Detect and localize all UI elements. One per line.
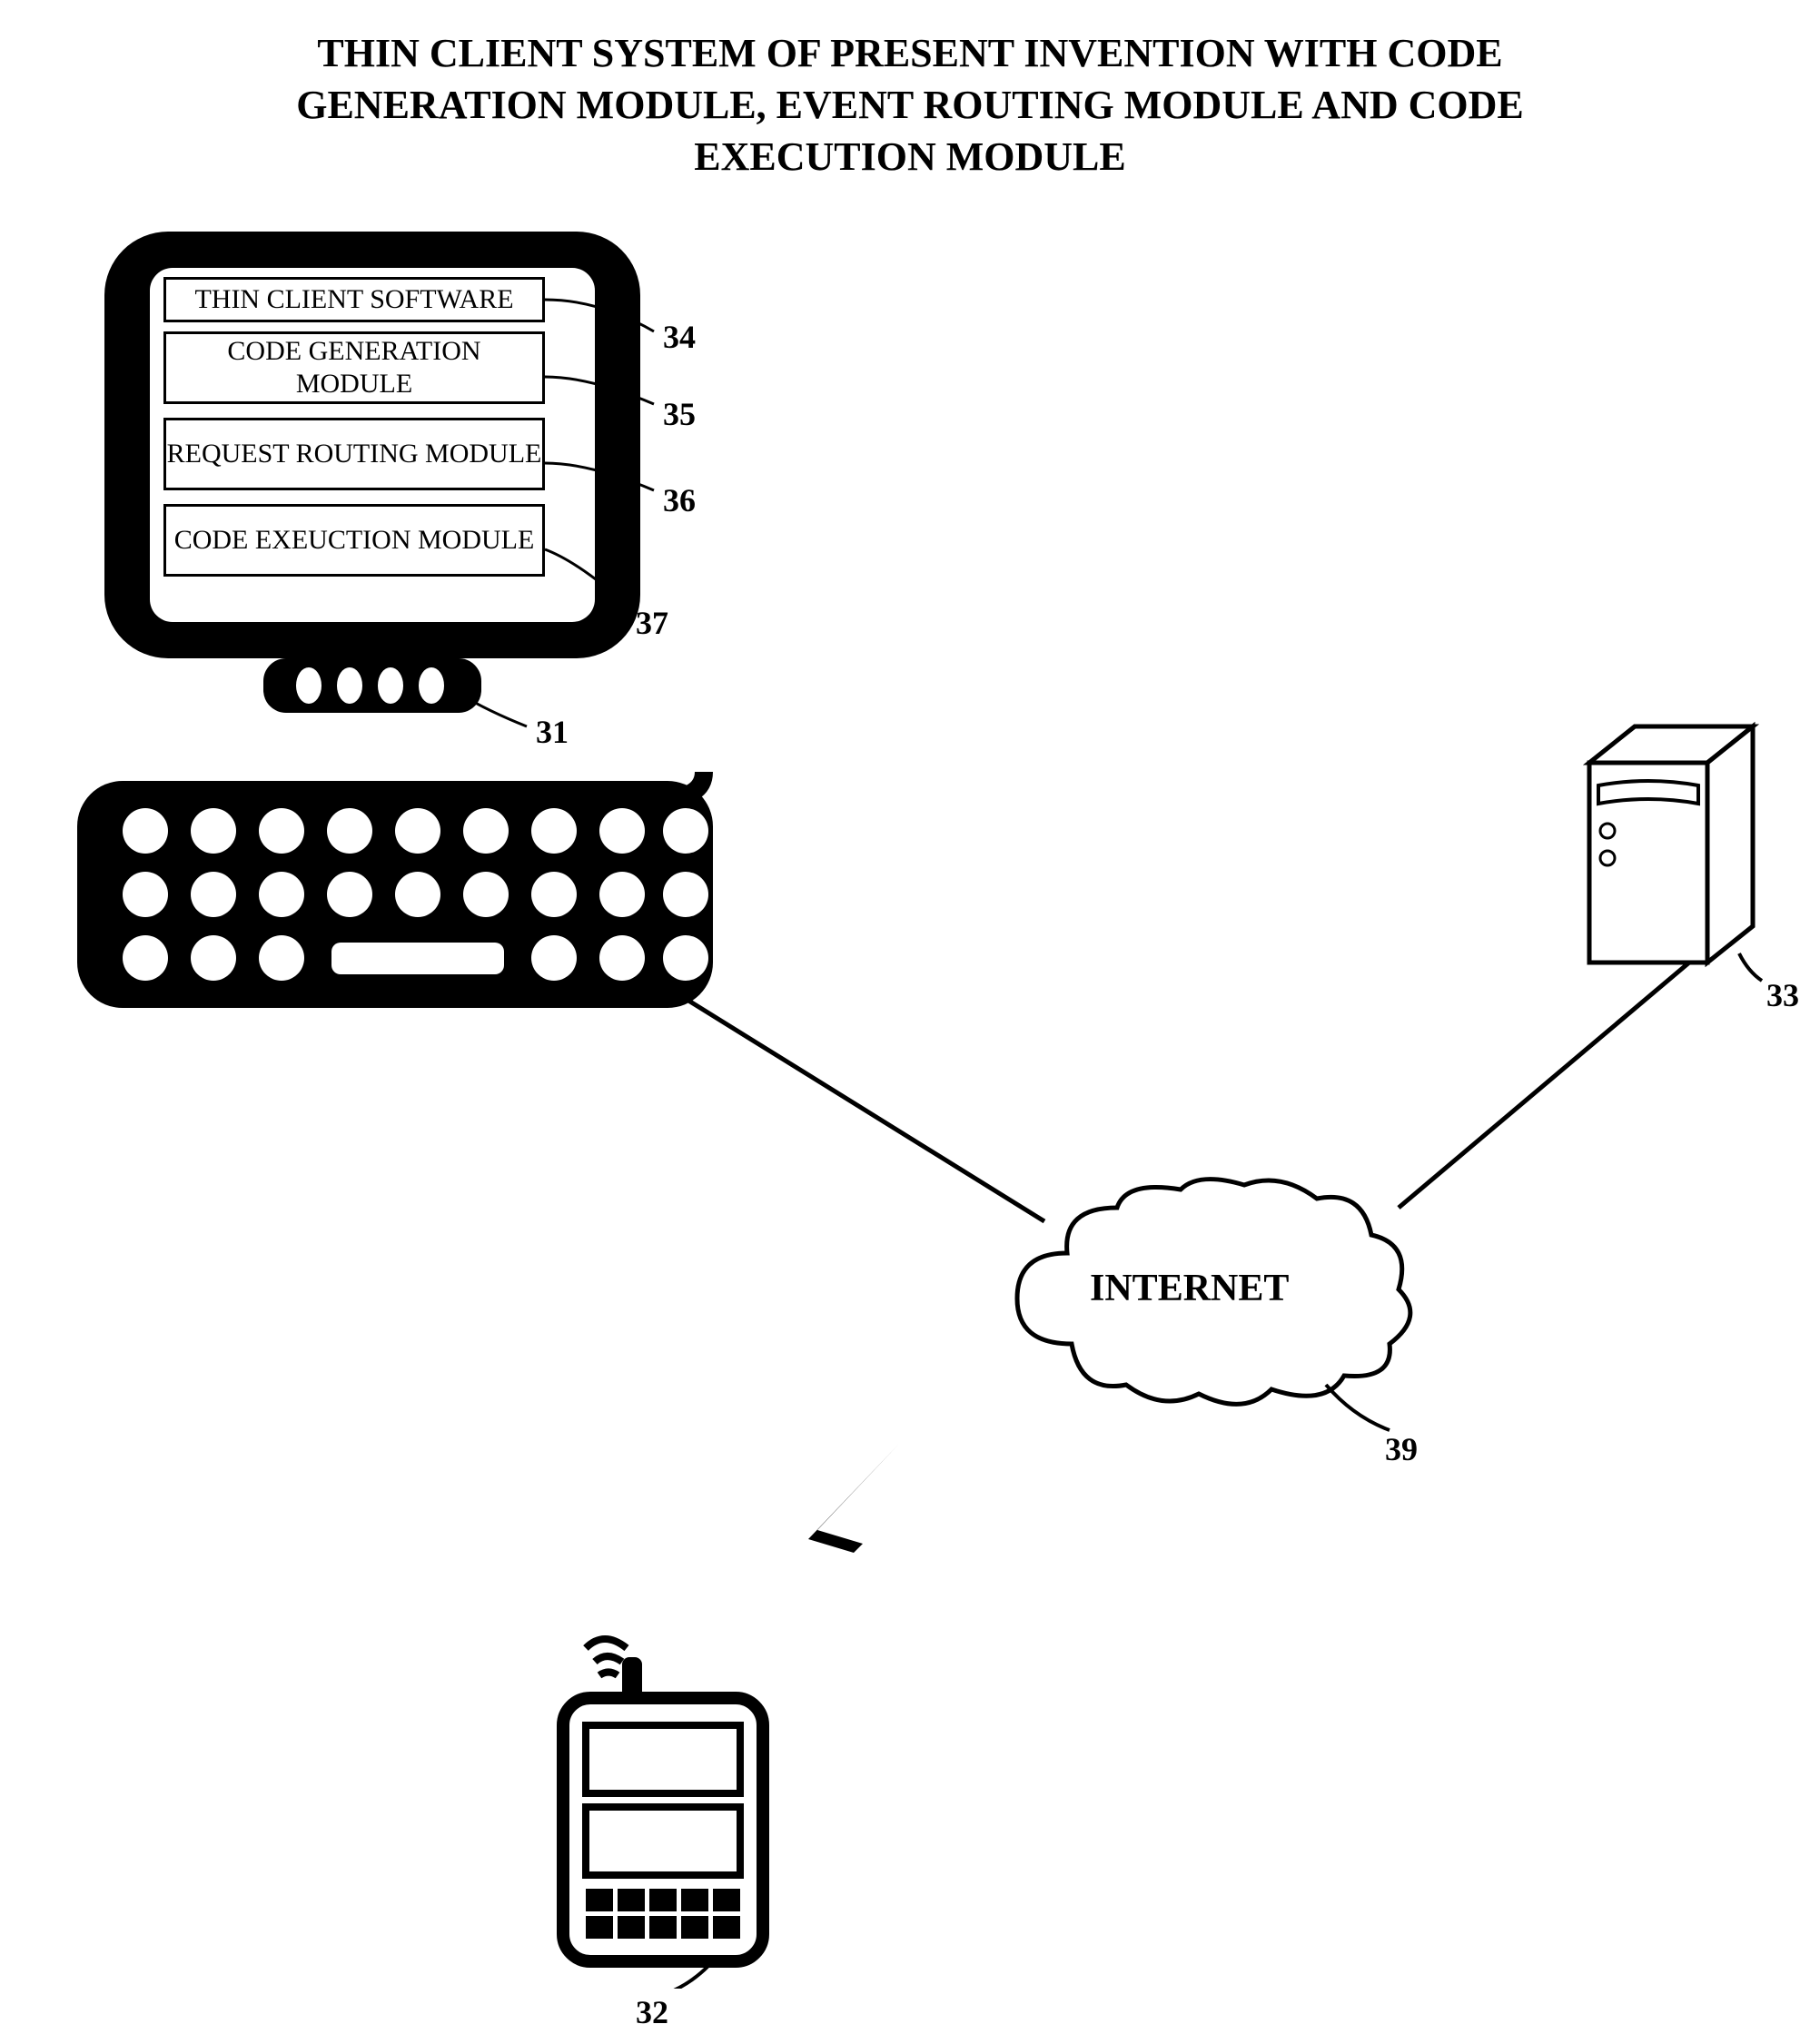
mobile-device-icon (509, 1607, 817, 1989)
ref-32: 32 (636, 1993, 668, 2031)
ref-37: 37 (636, 604, 668, 642)
ref-39: 39 (1385, 1430, 1418, 1468)
lead-lines (0, 200, 817, 745)
ref-36: 36 (663, 481, 696, 519)
ref-31: 31 (536, 713, 569, 751)
diagram-title: THIN CLIENT SYSTEM OF PRESENT INVENTION … (0, 27, 1820, 183)
diagram: THIN CLIENT SOFTWARE CODE GENERATION MOD… (0, 200, 1820, 2016)
cloud-label: INTERNET (1090, 1267, 1289, 1310)
ref-33: 33 (1766, 976, 1799, 1014)
keyboard-icon (68, 772, 740, 1026)
server-icon (1544, 717, 1780, 999)
ref-34: 34 (663, 318, 696, 356)
ref-35: 35 (663, 395, 696, 433)
